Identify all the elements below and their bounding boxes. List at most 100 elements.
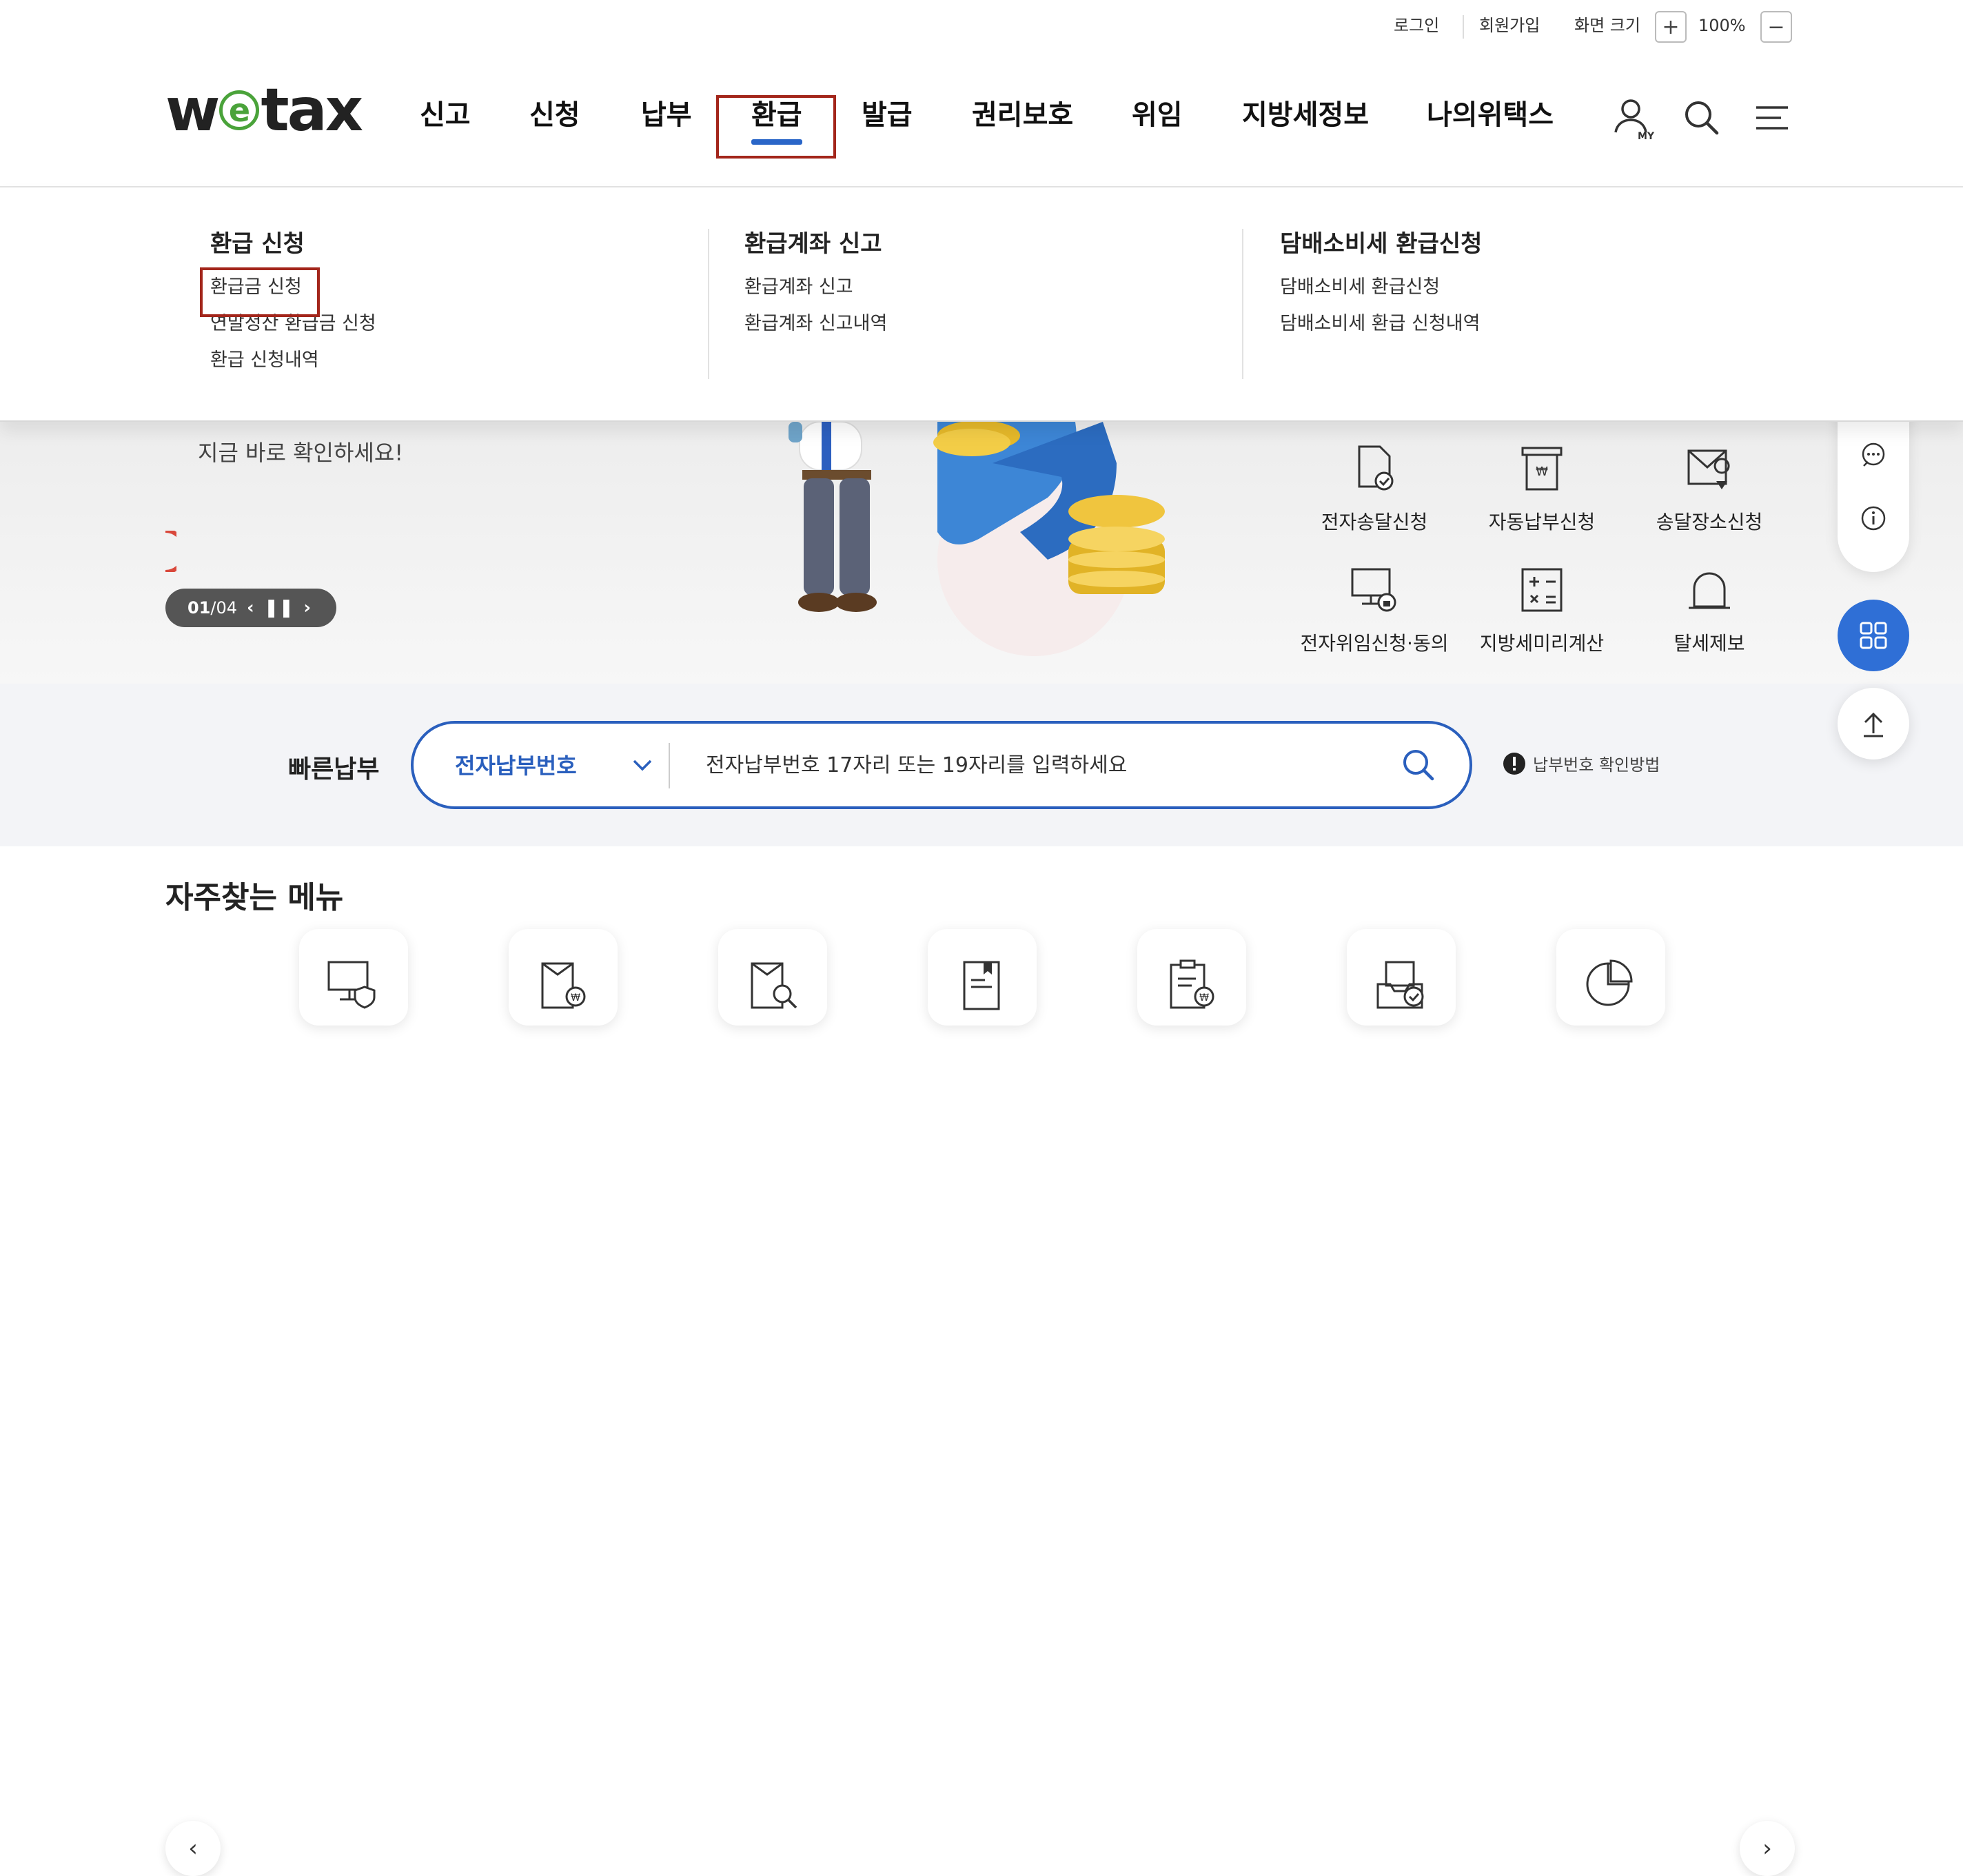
dropdown-heading[interactable]: 담배소비세 환급신청 <box>1280 229 1482 259</box>
frequent-menu-card[interactable] <box>1556 929 1665 1026</box>
frequent-menu-card[interactable] <box>1347 929 1456 1026</box>
dropdown-heading[interactable]: 환급계좌 신고 <box>744 229 887 259</box>
signup-link[interactable]: 회원가입 <box>1479 15 1540 36</box>
svg-text:₩: ₩ <box>1536 465 1548 479</box>
chat-bubble-icon[interactable] <box>1860 441 1887 469</box>
dropdown-heading[interactable]: 환급 신청 <box>210 229 376 259</box>
payment-number-input[interactable] <box>706 744 1395 786</box>
payment-number-help-link[interactable]: 납부번호 확인방법 <box>1503 751 1660 775</box>
pie-chart-icon <box>1586 959 1633 1006</box>
svg-text:MY: MY <box>1638 131 1655 142</box>
frequent-menu-card[interactable]: ₩ <box>509 929 618 1026</box>
frequent-menu-card[interactable] <box>718 929 827 1026</box>
gnb-my-wetax[interactable]: 나의위택스 <box>1427 98 1554 132</box>
banner-pager: 01/04 ‹ ❚❚ › <box>165 589 336 627</box>
service-label: 송달장소신청 <box>1656 511 1763 533</box>
utility-bar: 로그인 회원가입 화면 크기 + 100% − <box>0 0 1963 55</box>
login-link[interactable]: 로그인 <box>1394 15 1439 36</box>
logo-text-e: e <box>219 90 260 130</box>
menu-hamburger-icon[interactable] <box>1747 94 1795 142</box>
zoom-out-button[interactable]: − <box>1760 11 1792 43</box>
chevron-right-icon: › <box>1762 1835 1772 1862</box>
logo-text-tax: tax <box>261 76 363 145</box>
pager-current: 01 <box>187 598 211 618</box>
service-delivery-address[interactable]: 송달장소신청 <box>1634 441 1785 535</box>
main-banner: 지금 바로 확인하세요! 01/04 ‹ ❚❚ › 전자송달신청 ₩ 자동납부신… <box>0 422 1963 684</box>
divider <box>669 743 670 788</box>
monitor-shield-icon <box>327 961 376 1009</box>
gnb-delegation[interactable]: 위임 <box>1132 98 1183 132</box>
box-search-icon <box>751 962 797 1009</box>
frequent-menu-card[interactable] <box>928 929 1037 1026</box>
service-e-delivery[interactable]: 전자송달신청 <box>1299 441 1450 535</box>
menu-item-tobacco-refund-history[interactable]: 담배소비세 환급 신청내역 <box>1280 305 1482 342</box>
frequent-next-button[interactable]: › <box>1740 1821 1795 1876</box>
frequent-menu-section: 자주찾는 메뉴 ₩ ₩ ‹ › <box>0 846 1963 1876</box>
quick-menu-grid-button[interactable] <box>1838 600 1909 671</box>
dropdown-column-refund-account: 환급계좌 신고 환급계좌 신고 환급계좌 신고내역 <box>744 229 887 342</box>
chevron-left-icon[interactable]: ‹ <box>247 598 254 618</box>
screen-size-label: 화면 크기 <box>1574 16 1640 35</box>
chevron-down-icon[interactable] <box>631 757 653 773</box>
service-tax-evasion-report[interactable]: 탈세제보 <box>1634 562 1785 656</box>
quick-pay-title: 빠른납부 <box>288 755 380 784</box>
chevron-right-icon[interactable]: › <box>303 598 311 618</box>
quick-pay-section: 빠른납부 전자납부번호 납부번호 확인방법 <box>0 684 1963 846</box>
menu-item-refund-account-report[interactable]: 환급계좌 신고 <box>744 269 887 305</box>
zoom-in-button[interactable]: + <box>1655 11 1687 43</box>
highlight-box-refund-apply <box>200 267 320 317</box>
service-label: 지방세미리계산 <box>1479 632 1605 655</box>
divider <box>708 229 709 379</box>
service-label: 자동납부신청 <box>1488 511 1596 533</box>
frequent-menu-card[interactable] <box>299 929 408 1026</box>
gnb-report[interactable]: 신고 <box>420 98 471 132</box>
scroll-to-top-button[interactable] <box>1838 688 1909 759</box>
dropdown-column-tobacco-refund: 담배소비세 환급신청 담배소비세 환급신청 담배소비세 환급 신청내역 <box>1280 229 1482 342</box>
gnb-rights-protection[interactable]: 권리보호 <box>972 98 1073 132</box>
divider <box>1463 15 1464 39</box>
siren-bell-icon <box>1689 572 1730 609</box>
gnb-apply[interactable]: 신청 <box>529 98 580 132</box>
service-tax-calculator[interactable]: 지방세미리계산 <box>1466 562 1618 656</box>
quick-pay-search-box: 전자납부번호 <box>411 721 1472 809</box>
box-won-icon: ₩ <box>541 962 586 1009</box>
frequent-menu-title: 자주찾는 메뉴 <box>165 880 344 915</box>
help-label: 납부번호 확인방법 <box>1533 755 1660 775</box>
pager-separator: / <box>210 598 216 618</box>
document-bookmark-icon <box>963 961 1000 1010</box>
logo-text-w: w <box>165 76 220 145</box>
zoom-level: 100% <box>1698 16 1746 35</box>
divider <box>1242 229 1243 379</box>
my-user-icon[interactable]: MY <box>1609 94 1657 142</box>
menu-item-tobacco-refund-apply[interactable]: 담배소비세 환급신청 <box>1280 269 1482 305</box>
exclamation-icon <box>1503 752 1525 775</box>
wetax-logo[interactable]: w e tax <box>165 76 363 145</box>
service-label: 탈세제보 <box>1674 632 1745 655</box>
pager-total: 04 <box>216 598 238 618</box>
svg-text:₩: ₩ <box>571 992 580 1003</box>
gnb-local-tax-info[interactable]: 지방세정보 <box>1242 98 1369 132</box>
banner-decoration-icon <box>165 531 176 572</box>
gnb-issuance[interactable]: 발급 <box>862 98 913 132</box>
calculator-icon <box>1521 568 1563 612</box>
document-check-icon <box>1358 445 1394 491</box>
gnb-payment[interactable]: 납부 <box>641 98 692 132</box>
refund-dropdown-menu: 환급 신청 환급금 신청 연말정산 환급금 신청 환급 신청내역 환급계좌 신고… <box>0 187 1963 422</box>
payment-type-select[interactable]: 전자납부번호 <box>455 748 577 780</box>
grid-icon <box>1860 622 1887 649</box>
menu-item-refund-account-history[interactable]: 환급계좌 신고내역 <box>744 305 887 342</box>
pause-icon[interactable]: ❚❚ <box>264 598 294 618</box>
frequent-menu-card[interactable]: ₩ <box>1137 929 1246 1026</box>
receipt-won-icon: ₩ <box>1521 447 1563 491</box>
search-icon[interactable] <box>1678 94 1726 142</box>
frequent-prev-button[interactable]: ‹ <box>165 1821 221 1876</box>
monitor-lock-icon <box>1351 568 1396 612</box>
service-auto-payment[interactable]: ₩ 자동납부신청 <box>1466 441 1618 535</box>
service-label: 전자위임신청·동의 <box>1300 632 1449 655</box>
menu-item-refund-history[interactable]: 환급 신청내역 <box>210 342 376 378</box>
tray-check-icon <box>1376 961 1424 1009</box>
highlight-box-refund <box>716 95 836 159</box>
service-e-delegation[interactable]: 전자위임신청·동의 <box>1299 562 1450 656</box>
search-icon[interactable] <box>1398 744 1439 786</box>
info-icon[interactable] <box>1860 504 1887 532</box>
